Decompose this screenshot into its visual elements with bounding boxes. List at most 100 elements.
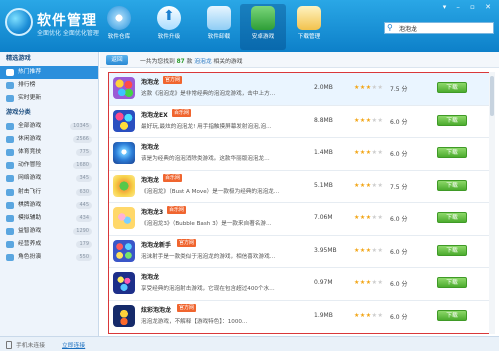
nav-label: 软件卸载: [207, 34, 231, 40]
count-badge: 445: [76, 201, 92, 209]
app-rating: 7.5 分: [390, 183, 408, 191]
sidebar-section-featured: 精选游戏: [6, 55, 31, 62]
count-badge: 630: [76, 188, 92, 196]
sidebar-item-category[interactable]: 棋牌游戏 445: [0, 199, 98, 212]
phone-icon: [6, 341, 12, 349]
shooting-icon: [6, 188, 14, 196]
app-logo-icon: [5, 8, 33, 36]
download-button[interactable]: 下载: [437, 277, 467, 288]
app-name: 泡泡龙EX: [141, 111, 168, 119]
nav-android-games[interactable]: 安卓游戏: [240, 4, 286, 50]
download-button[interactable]: 下载: [437, 114, 467, 126]
source-badge: 百乐网: [167, 206, 187, 214]
nav-software-store[interactable]: 软件仓库: [96, 4, 142, 50]
rpg-icon: [6, 254, 14, 262]
app-name: 泡泡龙: [141, 144, 160, 151]
list-item[interactable]: 泡泡龙3 百乐网 《泡泡龙3》（Bubble Bash 3）是一款来自著名游… …: [109, 203, 492, 236]
management-icon: [6, 241, 14, 249]
app-size: 1.9MB: [314, 311, 333, 319]
android-games-icon: [251, 6, 275, 30]
list-item[interactable]: 炫彩泡泡龙 官方网 泡泡龙游戏，不解释【游戏特色】：1000… 1.9MB ★★…: [109, 301, 492, 334]
list-item[interactable]: 泡泡龙 该是为经典的泡泡消除类游戏。这款华丽版泡泡龙… 1.4MB ★★★★★ …: [109, 138, 492, 171]
sidebar-item-category[interactable]: 模拟辅助 434: [0, 212, 98, 225]
list-scrollbar[interactable]: [489, 72, 495, 334]
download-button[interactable]: 下载: [437, 212, 467, 223]
sidebar-item-updates[interactable]: 实时更新: [0, 92, 98, 105]
list-item[interactable]: 泡泡龙 享受经典的泡泡射击游戏，它现在包含超过400个水… 0.97M ★★★★…: [109, 268, 492, 301]
download-manager-icon: [297, 6, 321, 30]
connect-now-link[interactable]: 立即连接: [62, 340, 85, 349]
search-keyword: 泡泡龙: [194, 59, 212, 65]
app-rating: 6.0 分: [390, 281, 408, 288]
download-button[interactable]: 下载: [437, 244, 467, 256]
search-icon[interactable]: ⚲: [387, 23, 397, 33]
sidebar-item-category[interactable]: 网络游戏 345: [0, 172, 98, 185]
main-content: 返回 一共为您找到 87 款 泡泡龙 相关的游戏 泡泡龙 官方网 这款《泡泡龙》…: [100, 52, 499, 336]
sidebar-item-label: 经营养成: [18, 241, 42, 248]
sidebar-item-label: 排行榜: [18, 82, 36, 89]
app-rating: 6.0 分: [390, 216, 408, 223]
nav-software-uninstall[interactable]: 软件卸载: [196, 4, 242, 50]
search-box[interactable]: ⚲: [384, 22, 494, 34]
app-icon: [113, 109, 135, 132]
sidebar-item-category[interactable]: 益智游戏 1290: [0, 225, 98, 238]
app-icon: [113, 174, 135, 197]
sidebar-item-ranking[interactable]: 排行榜: [0, 79, 98, 92]
app-name: 泡泡龙: [141, 274, 160, 281]
app-list: 泡泡龙 官方网 这款《泡泡龙》是非常经典的泡泡龙游戏，击中上方… 2.0MB ★…: [108, 72, 493, 334]
download-button[interactable]: 下载: [437, 147, 467, 158]
sidebar-item-label: 射击飞行: [18, 188, 42, 195]
sidebar-item-label: 动作冒险: [18, 162, 42, 169]
app-subtitle: 全面优化 全面优化管理: [37, 30, 99, 37]
rating-stars: ★★★★★: [354, 149, 384, 156]
app-icon: [113, 77, 135, 99]
all-games-icon: [6, 122, 14, 130]
window-controls[interactable]: ▾ – ▫ ✕: [443, 3, 495, 11]
online-icon: [6, 175, 14, 183]
app-icon: [113, 304, 135, 327]
download-button[interactable]: 下载: [437, 179, 467, 191]
simulation-icon: [6, 214, 14, 222]
casual-icon: [6, 135, 14, 143]
sidebar-item-label: 网络游戏: [18, 175, 42, 182]
sidebar-item-category[interactable]: 全部游戏 10345: [0, 120, 98, 133]
nav-label: 软件升级: [157, 34, 181, 40]
sidebar-item-label: 实时更新: [18, 95, 42, 102]
sidebar-item-category[interactable]: 体育竞技 775: [0, 146, 98, 159]
rating-stars: ★★★★★: [354, 246, 384, 254]
app-name: 炫彩泡泡龙: [141, 306, 172, 314]
app-size: 5.1MB: [314, 181, 333, 189]
app-rating: 6.0 分: [390, 248, 408, 256]
sidebar-item-category[interactable]: 休闲游戏 2566: [0, 133, 98, 146]
app-description: 该是为经典的泡泡消除类游戏。这款华丽版泡泡龙…: [141, 156, 270, 162]
rating-stars: ★★★★★: [354, 311, 384, 319]
sidebar-item-hot[interactable]: 热门推荐: [0, 66, 98, 80]
scrollbar-thumb[interactable]: [490, 76, 494, 116]
sidebar-item-category[interactable]: 射击飞行 630: [0, 186, 98, 199]
app-header: 软件管理 全面优化 全面优化管理 软件仓库 软件升级 软件卸载 安卓游戏 下载管…: [0, 0, 499, 52]
sidebar-item-category[interactable]: 经营养成 179: [0, 238, 98, 251]
results-toolbar: 返回 一共为您找到 87 款 泡泡龙 相关的游戏: [100, 52, 499, 68]
source-badge: 百乐网: [163, 173, 183, 182]
sidebar-item-category[interactable]: 动作冒险 1680: [0, 159, 98, 172]
nav-label: 安卓游戏: [251, 34, 275, 40]
nav-download-manager[interactable]: 下载管理: [286, 4, 332, 50]
search-input[interactable]: [399, 24, 489, 32]
list-item[interactable]: 泡泡龙 官方网 这款《泡泡龙》是非常经典的泡泡龙游戏，击中上方… 2.0MB ★…: [109, 73, 492, 106]
nav-software-upgrade[interactable]: 软件升级: [146, 4, 192, 50]
list-item[interactable]: 泡泡龙EX 百乐网 最好玩,最炫的泡泡龙! 用手指触摸屏幕发射泡泡,泡… 8.8…: [109, 106, 492, 138]
list-item[interactable]: 泡泡龙新手 官方网 泡沫射手是一款类似于泡泡龙的游戏，相信喜欢游戏… 3.95M…: [109, 236, 492, 268]
rating-stars: ★★★★★: [354, 181, 384, 189]
download-button[interactable]: 下载: [437, 309, 467, 321]
list-item[interactable]: 泡泡龙 百乐网 《泡泡龙》（Bust A Move）是一款极为经典的泡泡龙… 5…: [109, 171, 492, 203]
app-description: 这款《泡泡龙》是非常经典的泡泡龙游戏，击中上方…: [141, 91, 276, 97]
app-size: 1.4MB: [314, 149, 333, 156]
app-description: 享受经典的泡泡射击游戏，它现在包含超过400个水…: [141, 286, 275, 292]
sidebar-item-category[interactable]: 角色扮演 550: [0, 251, 98, 264]
app-size: 2.0MB: [314, 84, 333, 91]
download-button[interactable]: 下载: [437, 82, 467, 93]
sidebar-section-categories: 游戏分类: [6, 108, 31, 116]
count-badge: 345: [76, 175, 92, 183]
summary-suffix: 相关的游戏: [213, 59, 243, 65]
back-button[interactable]: 返回: [106, 55, 128, 65]
